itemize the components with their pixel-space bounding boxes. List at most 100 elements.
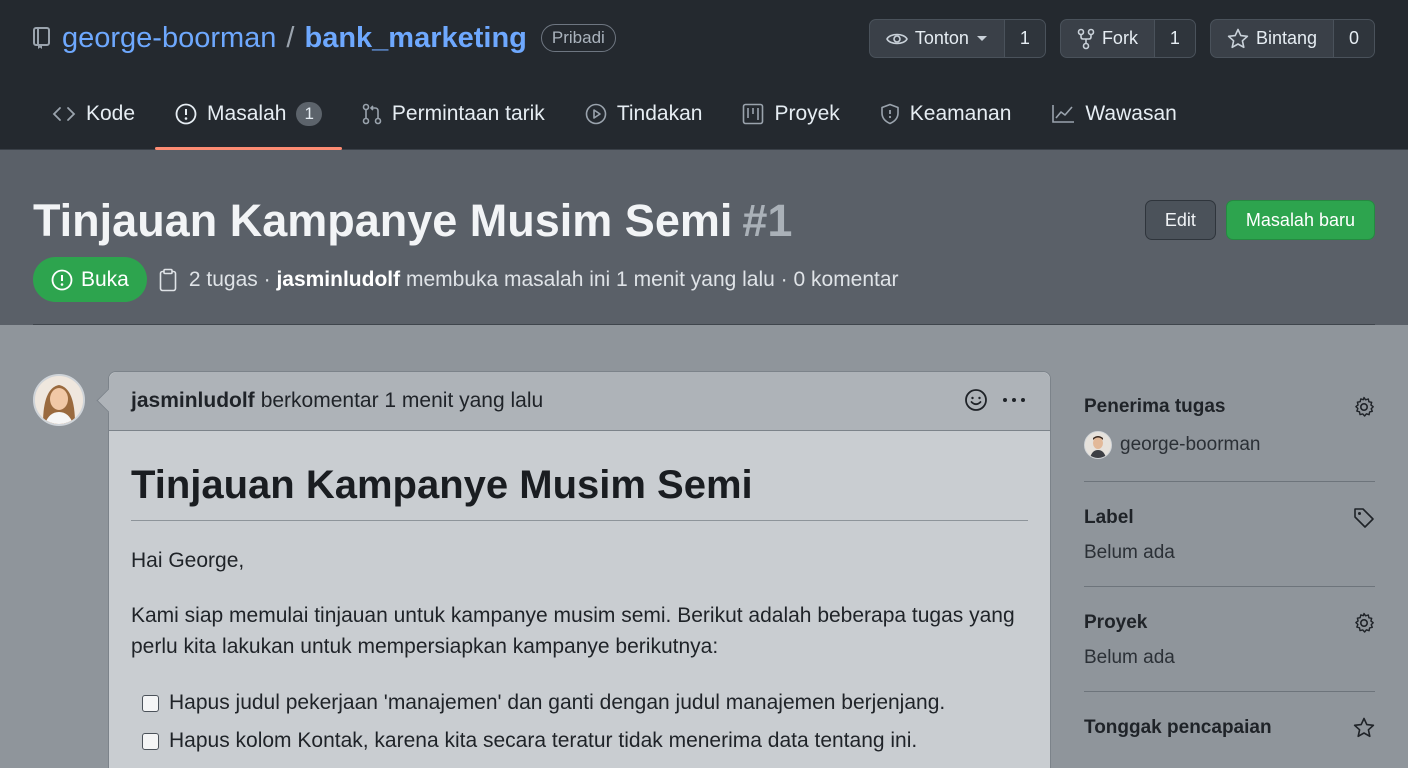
task-item: Hapus judul pekerjaan 'manajemen' dan ga… — [131, 684, 1028, 722]
project-icon — [742, 103, 764, 125]
task-item: Hapus kolom Kontak, karena kita secara t… — [131, 722, 1028, 760]
tab-label: Tindakan — [616, 102, 703, 125]
tab-insights[interactable]: Wawasan — [1031, 88, 1196, 140]
labels-section: Label Belum ada — [1084, 496, 1375, 587]
watch-button-group: Tonton 1 — [868, 19, 1046, 58]
task-count: 2 tugas — [188, 267, 258, 291]
tab-label: Kode — [86, 102, 136, 125]
issue-author-link[interactable]: jasminludolf — [276, 268, 400, 291]
status-badge: Buka — [33, 257, 147, 302]
repo-tabs: Kode Masalah 1 Permintaan tarik Tindakan — [32, 88, 1197, 150]
issue-title-band: Tinjauan Kampanye Musim Semi #1 Edit Masa… — [0, 150, 1408, 325]
projects-section: Proyek Belum ada — [1084, 601, 1375, 692]
gear-icon[interactable] — [1353, 612, 1375, 634]
issue-meta: Buka 2 tugas · jasminludolf membuka masa… — [33, 257, 899, 302]
comment-count: 0 komentar — [793, 267, 899, 291]
issue-title: Tinjauan Kampanye Musim Semi #1 — [33, 195, 792, 247]
task-list: Hapus judul pekerjaan 'manajemen' dan ga… — [131, 684, 1028, 760]
repo-owner-link[interactable]: george-boorman — [62, 22, 276, 55]
tab-issues[interactable]: Masalah 1 — [155, 88, 342, 150]
issue-meta-text: 2 tugas · jasminludolf membuka masalah i… — [188, 267, 899, 291]
edit-button[interactable]: Edit — [1144, 200, 1216, 240]
repo-name-link[interactable]: bank_marketing — [304, 22, 526, 55]
fork-label: Fork — [1101, 28, 1138, 48]
issue-open-icon — [51, 269, 73, 291]
watch-count[interactable]: 1 — [1004, 20, 1045, 57]
fork-button[interactable]: Fork — [1061, 20, 1155, 57]
smiley-icon[interactable] — [964, 388, 988, 412]
assignees-section: Penerima tugas george-boorman — [1084, 385, 1375, 482]
issue-actions: Edit Masalah baru — [1144, 200, 1375, 240]
star-icon — [1227, 28, 1249, 50]
comment-greeting: Hai George, — [131, 549, 245, 572]
avatar[interactable] — [33, 374, 85, 426]
status-label: Buka — [81, 267, 129, 291]
graph-icon — [1051, 104, 1075, 124]
star-button[interactable]: Bintang — [1211, 20, 1334, 57]
milestone-title: Tonggak pencapaian — [1084, 717, 1272, 738]
comment-box: jasminludolf berkomentar 1 menit yang la… — [108, 371, 1051, 768]
task-checkbox[interactable] — [142, 694, 159, 712]
repo-icon — [32, 26, 54, 50]
pull-request-icon — [362, 103, 382, 125]
assignee-name: george-boorman — [1120, 434, 1261, 455]
caret-down-icon — [976, 35, 988, 43]
shield-icon — [880, 103, 900, 125]
tab-label: Keamanan — [909, 102, 1012, 125]
milestone-icon[interactable] — [1353, 717, 1375, 739]
labels-title: Label — [1084, 507, 1134, 528]
tab-actions[interactable]: Tindakan — [565, 88, 723, 140]
gear-icon[interactable] — [1353, 396, 1375, 418]
visibility-badge: Pribadi — [540, 24, 616, 52]
tab-label: Permintaan tarik — [391, 102, 545, 125]
issue-sidebar: Penerima tugas george-boorman Label Belu… — [1084, 385, 1375, 768]
assignees-title: Penerima tugas — [1084, 396, 1226, 417]
repo-actions: Tonton 1 Fork 1 Bintang 0 — [868, 19, 1375, 58]
new-issue-button[interactable]: Masalah baru — [1225, 200, 1375, 240]
projects-value: Belum ada — [1084, 647, 1175, 668]
kebab-menu-icon[interactable] — [1002, 388, 1026, 412]
milestone-section: Tonggak pencapaian — [1084, 706, 1375, 768]
star-button-group: Bintang 0 — [1209, 19, 1375, 58]
comment-body: Tinjauan Kampanye Musim Semi Hai George,… — [109, 431, 1050, 760]
task-label: Hapus judul pekerjaan 'manajemen' dan ga… — [169, 691, 946, 714]
tab-projects[interactable]: Proyek — [722, 88, 859, 140]
repo-header: george-boorman / bank_marketing Pribadi … — [0, 0, 1408, 150]
play-icon — [585, 103, 607, 125]
task-checkbox[interactable] — [142, 732, 159, 750]
code-icon — [52, 105, 76, 123]
tab-label: Proyek — [774, 102, 840, 125]
issue-icon — [175, 103, 197, 125]
divider — [33, 324, 1375, 325]
repo-separator: / — [286, 21, 295, 54]
comment-heading: Tinjauan Kampanye Musim Semi — [131, 463, 1028, 521]
tab-label: Wawasan — [1085, 102, 1177, 125]
tab-pull-requests[interactable]: Permintaan tarik — [342, 88, 565, 140]
issue-number: #1 — [742, 195, 793, 246]
comment-paragraph: Kami siap memulai tinjauan untuk kampany… — [131, 604, 1015, 658]
eye-icon — [885, 31, 908, 47]
assignee-item[interactable]: george-boorman — [1084, 431, 1375, 459]
fork-button-group: Fork 1 — [1059, 19, 1196, 58]
comment-author-link[interactable]: jasminludolf — [131, 389, 255, 413]
tab-code[interactable]: Kode — [32, 88, 155, 140]
projects-title: Proyek — [1084, 612, 1148, 633]
star-label: Bintang — [1255, 28, 1317, 48]
comment-header: jasminludolf berkomentar 1 menit yang la… — [109, 372, 1050, 431]
fork-count[interactable]: 1 — [1154, 20, 1195, 57]
labels-value: Belum ada — [1084, 542, 1175, 563]
watch-button[interactable]: Tonton — [870, 20, 1005, 57]
issue-title-text: Tinjauan Kampanye Musim Semi — [33, 195, 733, 246]
issue-opened-text: membuka masalah ini 1 menit yang lalu — [405, 267, 775, 291]
watch-label: Tonton — [914, 28, 969, 48]
comment-meta: berkomentar 1 menit yang lalu — [260, 389, 544, 412]
clipboard-icon — [159, 268, 177, 292]
tab-label: Masalah — [207, 102, 287, 125]
task-label: Hapus kolom Kontak, karena kita secara t… — [169, 729, 918, 752]
assignee-avatar — [1084, 431, 1112, 459]
tab-security[interactable]: Keamanan — [860, 88, 1032, 140]
repo-title: george-boorman / bank_marketing Pribadi — [32, 18, 616, 58]
tab-issues-count: 1 — [296, 102, 322, 126]
star-count[interactable]: 0 — [1334, 20, 1374, 57]
tag-icon[interactable] — [1353, 507, 1375, 529]
